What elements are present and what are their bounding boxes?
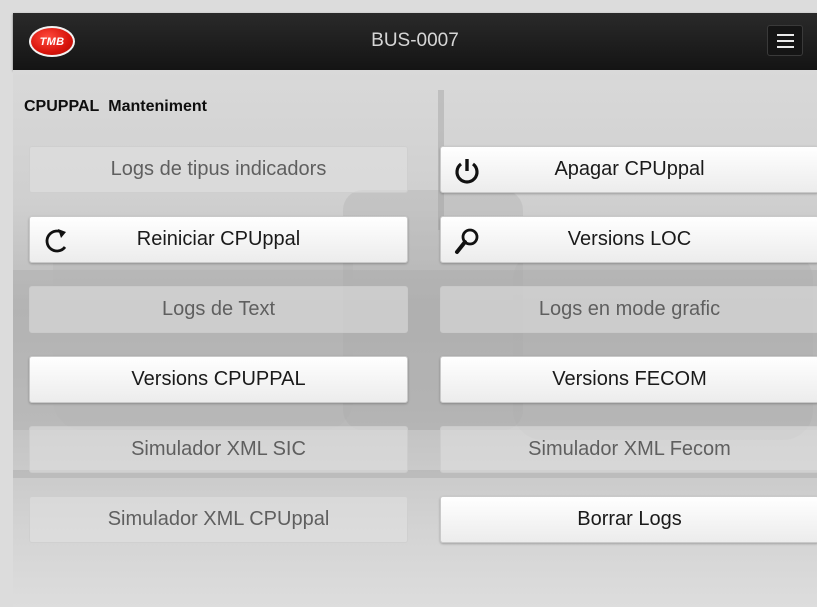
button-label: Logs de Text [161,298,276,320]
button-label: Versions CPUPPAL [131,368,306,390]
hamburger-icon [777,34,794,36]
simulador-xml-sic-button[interactable]: Simulador XML SIC [29,426,408,473]
menu-button[interactable] [767,25,803,56]
button-label: Borrar Logs [577,508,682,530]
button-label: Simulador XML Fecom [528,438,731,460]
versions-cpuppal-button[interactable]: Versions CPUPPAL [29,356,408,403]
versions-fecom-button[interactable]: Versions FECOM [440,356,817,403]
refresh-icon [45,229,67,253]
page-title: BUS-0007 [371,30,459,51]
logs-tipus-indicadors-button[interactable]: Logs de tipus indicadors [29,146,408,193]
simulador-xml-cpuppal-button[interactable]: Simulador XML CPUppal [29,496,408,543]
apagar-cpuppal-button[interactable]: Apagar CPUppal [440,146,817,193]
simulador-xml-fecom-button[interactable]: Simulador XML Fecom [440,426,817,473]
section-heading: CPUPPAL Manteniment [24,98,207,116]
button-label: Logs en mode grafic [538,298,721,320]
versions-loc-button[interactable]: Versions LOC [440,216,817,263]
button-label: Versions LOC [567,228,692,250]
subsection-label: Manteniment [108,98,207,115]
button-label: Reiniciar CPUppal [136,228,301,250]
reiniciar-cpuppal-button[interactable]: Reiniciar CPUppal [29,216,408,263]
content-area: CPUPPAL Manteniment Logs de tipus indicad… [13,70,817,607]
button-label: Logs de tipus indicadors [110,158,327,180]
button-label: Versions FECOM [552,368,707,390]
section-label: CPUPPAL [24,98,100,115]
logs-mode-grafic-button[interactable]: Logs en mode grafic [440,286,817,333]
borrar-logs-button[interactable]: Borrar Logs [440,496,817,543]
power-icon [455,159,479,184]
hamburger-icon [777,46,794,48]
hamburger-icon [777,40,794,42]
logs-de-text-button[interactable]: Logs de Text [29,286,408,333]
button-label: Simulador XML SIC [131,438,306,460]
button-label: Simulador XML CPUppal [107,508,330,530]
button-label: Apagar CPUppal [554,158,705,180]
top-bar: TMB BUS-0007 [13,13,817,70]
search-icon [455,228,479,254]
